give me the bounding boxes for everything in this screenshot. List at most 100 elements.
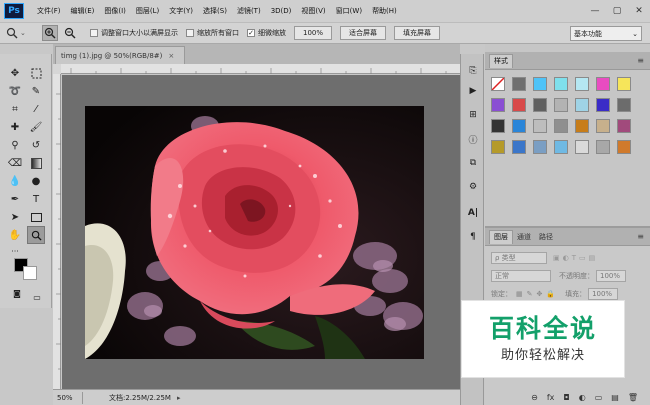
style-swatch[interactable] [554, 98, 568, 112]
vertical-ruler[interactable] [53, 74, 61, 389]
move-tool-icon[interactable]: ✥ [6, 64, 24, 82]
layer-comps-icon[interactable]: ⊞ [464, 106, 482, 124]
menu-window[interactable]: 窗口(W) [331, 6, 367, 16]
style-swatch[interactable] [617, 98, 631, 112]
style-swatch[interactable] [533, 140, 547, 154]
panel-menu-icon[interactable]: ≡ [637, 232, 644, 241]
scrubby-zoom-checkbox[interactable]: ✓ 细微缩放 [247, 28, 286, 38]
link-layers-icon[interactable]: ⊖ [531, 393, 538, 402]
canvas-area[interactable] [62, 75, 460, 389]
style-swatch[interactable] [575, 98, 589, 112]
style-swatch[interactable] [512, 98, 526, 112]
document-tab[interactable]: timg (1).jpg @ 50%(RGB/8#) × [55, 46, 185, 64]
rose-photo[interactable] [85, 106, 424, 359]
menu-edit[interactable]: 编辑(E) [66, 6, 100, 16]
quick-mask-icon[interactable]: ◙ [8, 284, 26, 302]
style-swatch[interactable] [617, 77, 631, 91]
adjustment-layer-icon[interactable]: ◐ [579, 393, 586, 402]
eraser-tool-icon[interactable]: ⌫ [6, 154, 24, 172]
dodge-tool-icon[interactable]: ● [27, 172, 45, 190]
style-swatch[interactable] [596, 98, 610, 112]
style-swatch[interactable] [575, 119, 589, 133]
healing-brush-tool-icon[interactable]: ✚ [6, 118, 24, 136]
style-swatch[interactable] [596, 140, 610, 154]
horizontal-ruler[interactable] [61, 64, 460, 74]
panel-menu-icon[interactable]: ≡ [637, 56, 644, 65]
fill-screen-button[interactable]: 填充屏幕 [394, 26, 441, 40]
style-swatch[interactable] [533, 77, 547, 91]
paragraph-panel-icon[interactable]: ¶ [464, 228, 482, 246]
style-swatch[interactable] [596, 77, 610, 91]
style-swatch[interactable] [491, 98, 505, 112]
status-menu-arrow-icon[interactable]: ▸ [177, 394, 181, 402]
add-mask-icon[interactable]: ◘ [563, 393, 569, 402]
tab-layers[interactable]: 图层 [489, 229, 513, 244]
gradient-tool-icon[interactable] [27, 154, 45, 172]
filter-icons[interactable]: ▣◐T▭▤ [553, 254, 598, 262]
blend-mode-select[interactable]: 正常 [491, 270, 551, 282]
lock-icons[interactable]: ▦✎✥🔒 [516, 290, 559, 298]
maximize-button[interactable]: ▢ [606, 0, 628, 22]
lasso-tool-icon[interactable]: ➰ [6, 82, 24, 100]
tab-styles[interactable]: 样式 [489, 53, 513, 68]
fx-icon[interactable]: fx [547, 393, 555, 402]
fit-screen-button[interactable]: 适合屏幕 [340, 26, 387, 40]
actions-play-icon[interactable]: ▶ [464, 82, 482, 100]
crop-tool-icon[interactable]: ⌗ [6, 100, 24, 118]
eyedropper-tool-icon[interactable]: ⁄ [27, 100, 45, 118]
style-swatch[interactable] [533, 119, 547, 133]
ruler-origin[interactable] [53, 64, 61, 74]
resize-windows-checkbox[interactable]: 调整窗口大小以满屏显示 [90, 28, 178, 38]
blur-tool-icon[interactable]: 💧 [6, 172, 24, 190]
clone-stamp-tool-icon[interactable]: ⚲ [6, 136, 24, 154]
menu-file[interactable]: 文件(F) [32, 6, 66, 16]
fill-field[interactable]: 100% [588, 288, 619, 300]
preset-chevron-icon[interactable]: ⌄ [20, 29, 38, 37]
style-swatch[interactable] [554, 77, 568, 91]
style-swatch[interactable] [512, 77, 526, 91]
menu-type[interactable]: 文字(Y) [164, 6, 198, 16]
info-panel-icon[interactable]: ⓘ [464, 130, 482, 148]
style-swatch[interactable] [617, 119, 631, 133]
close-tab-icon[interactable]: × [168, 52, 174, 60]
style-swatch[interactable] [554, 119, 568, 133]
pen-tool-icon[interactable]: ✒ [6, 190, 24, 208]
properties-panel-icon[interactable]: ⚙ [464, 178, 482, 196]
brush-tool-icon[interactable]: 🖌 [27, 118, 45, 136]
style-swatch[interactable] [512, 119, 526, 133]
character-panel-icon[interactable]: A| [464, 204, 482, 222]
tab-channels[interactable]: 通道 [513, 230, 535, 244]
menu-image[interactable]: 图像(I) [99, 6, 131, 16]
zoom-tool-icon[interactable] [27, 226, 45, 244]
screen-mode-icon[interactable]: ▭ [28, 288, 46, 306]
style-swatch[interactable] [575, 77, 589, 91]
background-color-swatch[interactable] [23, 266, 37, 280]
menu-view[interactable]: 视图(V) [296, 6, 330, 16]
style-swatch[interactable] [617, 140, 631, 154]
style-swatch[interactable] [533, 98, 547, 112]
quick-select-tool-icon[interactable]: ✎ [27, 82, 45, 100]
menu-layer[interactable]: 图层(L) [131, 6, 164, 16]
default-style-swatch[interactable] [491, 77, 505, 91]
menu-help[interactable]: 帮助(H) [367, 6, 402, 16]
style-swatch[interactable] [554, 140, 568, 154]
workspace-select[interactable]: 基本功能 ⌄ [570, 26, 642, 41]
marquee-tool-icon[interactable] [27, 64, 45, 82]
zoom-all-windows-checkbox[interactable]: 缩放所有窗口 [186, 28, 239, 38]
history-brush-tool-icon[interactable]: ↺ [27, 136, 45, 154]
close-button[interactable]: ✕ [628, 0, 650, 22]
zoom-100-button[interactable]: 100% [294, 26, 333, 40]
tab-paths[interactable]: 路径 [535, 230, 557, 244]
zoom-out-icon[interactable] [62, 25, 78, 41]
new-layer-icon[interactable]: ▤ [611, 393, 619, 402]
new-group-icon[interactable]: ▭ [595, 393, 603, 402]
opacity-field[interactable]: 100% [596, 270, 626, 282]
type-tool-icon[interactable]: T [27, 190, 45, 208]
zoom-tool-preset-icon[interactable] [4, 25, 20, 41]
menu-3d[interactable]: 3D(D) [266, 7, 297, 15]
style-swatch[interactable] [596, 119, 610, 133]
style-swatch[interactable] [512, 140, 526, 154]
style-swatch[interactable] [491, 140, 505, 154]
menu-filter[interactable]: 滤镜(T) [232, 6, 266, 16]
zoom-in-icon[interactable] [42, 25, 58, 41]
